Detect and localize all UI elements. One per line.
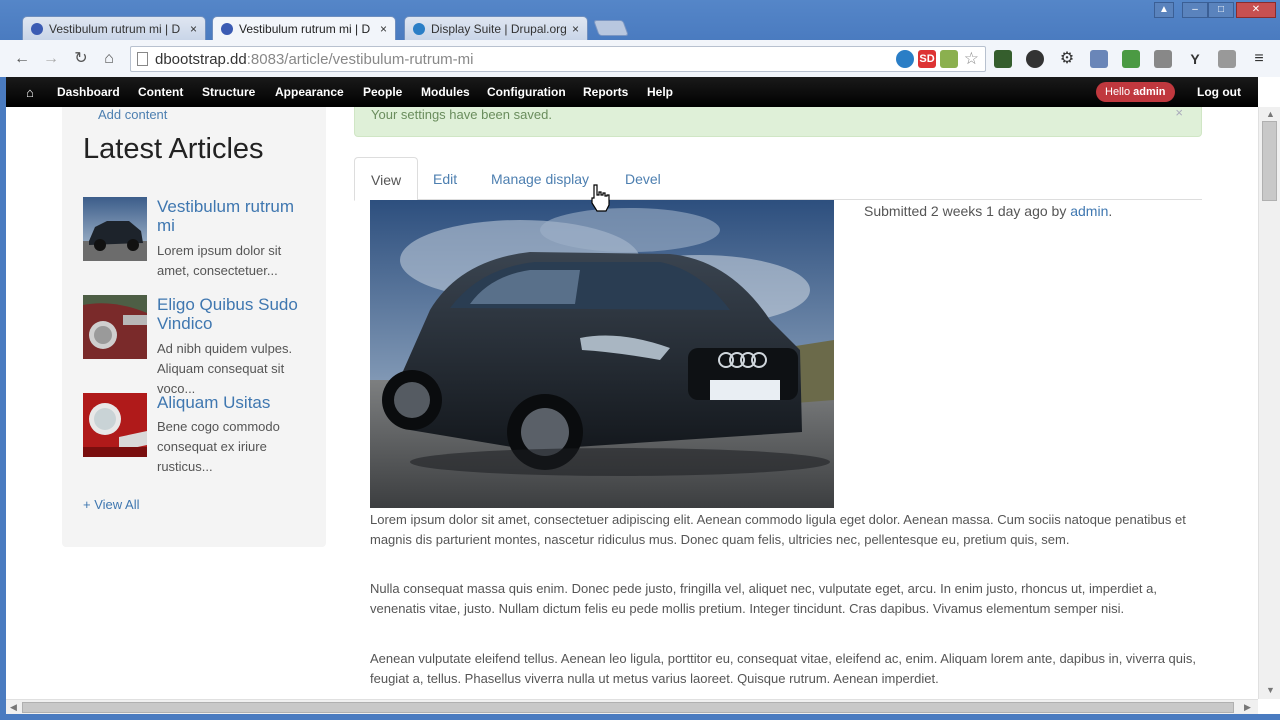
tab-manage-display[interactable]: Manage display bbox=[475, 157, 605, 200]
article-item[interactable]: Eligo Quibus Sudo Vindico Ad nibh quidem… bbox=[83, 295, 313, 396]
vertical-scrollbar[interactable]: ▲ ▼ bbox=[1258, 107, 1280, 699]
add-content-link[interactable]: Add content bbox=[98, 107, 167, 122]
horizontal-scroll-thumb[interactable] bbox=[22, 702, 1234, 713]
article-title[interactable]: Aliquam Usitas bbox=[157, 393, 313, 412]
reload-icon[interactable]: ↻ bbox=[70, 48, 92, 70]
browser-tab-title: Vestibulum rutrum mi | D bbox=[239, 21, 371, 36]
scroll-left-icon[interactable]: ◀ bbox=[10, 702, 17, 713]
gear-icon[interactable]: ⚙ bbox=[1058, 50, 1076, 68]
tab-edit[interactable]: Edit bbox=[417, 157, 473, 200]
horizontal-scrollbar[interactable]: ◀ ▶ bbox=[6, 699, 1258, 714]
hello-username: admin bbox=[1133, 86, 1166, 98]
admin-menu-reports[interactable]: Reports bbox=[583, 85, 628, 99]
admin-menu-configuration[interactable]: Configuration bbox=[487, 85, 566, 99]
admin-menu-dashboard[interactable]: Dashboard bbox=[57, 85, 120, 99]
drupal-icon bbox=[31, 22, 43, 35]
close-icon[interactable]: × bbox=[190, 22, 197, 36]
address-bar[interactable]: dbootstrap.dd:8083/article/vestibulum-ru… bbox=[130, 46, 986, 72]
extension-icon[interactable] bbox=[1090, 50, 1108, 68]
extension-icon[interactable] bbox=[940, 50, 958, 68]
menu-icon[interactable]: ≡ bbox=[1250, 50, 1268, 68]
hello-user-badge[interactable]: Hello admin bbox=[1096, 82, 1175, 102]
browser-chrome: Vestibulum rutrum mi | D × Vestibulum ru… bbox=[0, 0, 1280, 77]
submitted-text: Submitted 2 weeks 1 day ago by bbox=[864, 203, 1071, 219]
article-title[interactable]: Eligo Quibus Sudo Vindico bbox=[157, 295, 313, 333]
article-summary: Lorem ipsum dolor sit amet, consectetuer… bbox=[157, 243, 282, 278]
admin-menu-structure[interactable]: Structure bbox=[202, 85, 255, 99]
body-paragraph: Lorem ipsum dolor sit amet, consectetuer… bbox=[370, 512, 1186, 547]
body-paragraph: Nulla consequat massa quis enim. Donec p… bbox=[370, 581, 1157, 616]
back-arrow-icon[interactable]: ← bbox=[11, 48, 33, 70]
mouse-pointer-icon bbox=[591, 184, 610, 212]
sidebar: Add content Latest Articles Vestibulum r… bbox=[62, 107, 326, 547]
close-window-icon[interactable]: ✕ bbox=[1236, 2, 1276, 18]
close-icon[interactable]: × bbox=[380, 22, 387, 36]
extension-icon[interactable] bbox=[1026, 50, 1044, 68]
page-tabs: View Edit Manage display Devel bbox=[354, 157, 1202, 201]
drupal-ext-icon[interactable] bbox=[896, 50, 914, 68]
home-icon[interactable]: ⌂ bbox=[98, 48, 120, 70]
view-all-link[interactable]: + View All bbox=[83, 497, 140, 512]
url-host: dbootstrap.dd bbox=[155, 50, 247, 68]
extension-icon[interactable] bbox=[994, 50, 1012, 68]
article-thumbnail[interactable] bbox=[83, 295, 147, 359]
admin-menu-appearance[interactable]: Appearance bbox=[275, 85, 344, 99]
body-paragraph: Aenean vulputate eleifend tellus. Aenean… bbox=[370, 651, 1197, 686]
scroll-up-icon[interactable]: ▲ bbox=[1266, 109, 1275, 119]
drupal-icon bbox=[413, 22, 425, 35]
maximize-icon[interactable]: □ bbox=[1208, 2, 1234, 18]
author-link[interactable]: admin bbox=[1070, 203, 1108, 219]
home-icon[interactable]: ⌂ bbox=[26, 85, 34, 100]
page-content: Add content Latest Articles Vestibulum r… bbox=[6, 107, 1258, 699]
scroll-right-icon[interactable]: ▶ bbox=[1244, 702, 1251, 713]
admin-menu-help[interactable]: Help bbox=[647, 85, 673, 99]
admin-menu-people[interactable]: People bbox=[363, 85, 402, 99]
submitted-suffix: . bbox=[1108, 203, 1113, 219]
forward-arrow-icon[interactable]: → bbox=[40, 48, 62, 70]
tab-devel[interactable]: Devel bbox=[609, 157, 677, 200]
close-icon[interactable]: × bbox=[1175, 107, 1183, 120]
extension-icon[interactable] bbox=[1218, 50, 1236, 68]
article-title[interactable]: Vestibulum rutrum mi bbox=[157, 197, 313, 235]
extension-icon[interactable] bbox=[1122, 50, 1140, 68]
browser-tab-title: Vestibulum rutrum mi | D bbox=[49, 21, 181, 36]
minimize-icon[interactable]: – bbox=[1182, 2, 1208, 18]
browser-tab-2[interactable]: Vestibulum rutrum mi | D × bbox=[212, 16, 396, 40]
extension-icon[interactable]: Y bbox=[1186, 50, 1204, 68]
star-icon[interactable]: ☆ bbox=[964, 49, 979, 69]
drupal-icon bbox=[221, 22, 233, 35]
status-message-text: Your settings have been saved. bbox=[371, 107, 552, 122]
admin-toolbar: ⌂ Dashboard Content Structure Appearance… bbox=[6, 77, 1258, 107]
browser-tab-3[interactable]: Display Suite | Drupal.org × bbox=[404, 16, 588, 40]
url-path: :8083/article/vestibulum-rutrum-mi bbox=[246, 50, 474, 68]
close-icon[interactable]: × bbox=[572, 22, 579, 36]
new-tab-button[interactable] bbox=[593, 20, 629, 36]
article-summary: Ad nibh quidem vulpes. Aliquam consequat… bbox=[157, 341, 293, 396]
article-summary: Bene cogo commodo consequat ex iriure ru… bbox=[157, 419, 280, 474]
status-message: Your settings have been saved. × bbox=[354, 107, 1202, 137]
vertical-scroll-thumb[interactable] bbox=[1262, 121, 1277, 201]
window-frame bbox=[0, 714, 1280, 720]
tab-view[interactable]: View bbox=[354, 157, 419, 201]
article-thumbnail[interactable] bbox=[83, 393, 147, 457]
article-item[interactable]: Vestibulum rutrum mi Lorem ipsum dolor s… bbox=[83, 197, 313, 278]
article-thumbnail[interactable] bbox=[83, 197, 147, 261]
admin-menu-modules[interactable]: Modules bbox=[421, 85, 470, 99]
page-icon bbox=[137, 52, 148, 66]
browser-tab-title: Display Suite | Drupal.org bbox=[431, 21, 567, 36]
logout-link[interactable]: Log out bbox=[1197, 85, 1241, 99]
latest-articles-title: Latest Articles bbox=[83, 133, 264, 165]
scroll-down-icon[interactable]: ▼ bbox=[1266, 685, 1275, 695]
browser-tab-1[interactable]: Vestibulum rutrum mi | D × bbox=[22, 16, 206, 40]
article-item[interactable]: Aliquam Usitas Bene cogo commodo consequ… bbox=[83, 393, 313, 483]
admin-menu-content[interactable]: Content bbox=[138, 85, 183, 99]
tab-strip: Vestibulum rutrum mi | D × Vestibulum ru… bbox=[0, 0, 1280, 40]
extension-icon[interactable] bbox=[1154, 50, 1172, 68]
article-image bbox=[370, 200, 834, 508]
profile-icon[interactable]: ▲ bbox=[1154, 2, 1174, 18]
extension-icon[interactable]: SD bbox=[918, 50, 936, 68]
submitted-info: Submitted 2 weeks 1 day ago by admin. bbox=[864, 203, 1112, 219]
hello-prefix: Hello bbox=[1105, 86, 1134, 98]
